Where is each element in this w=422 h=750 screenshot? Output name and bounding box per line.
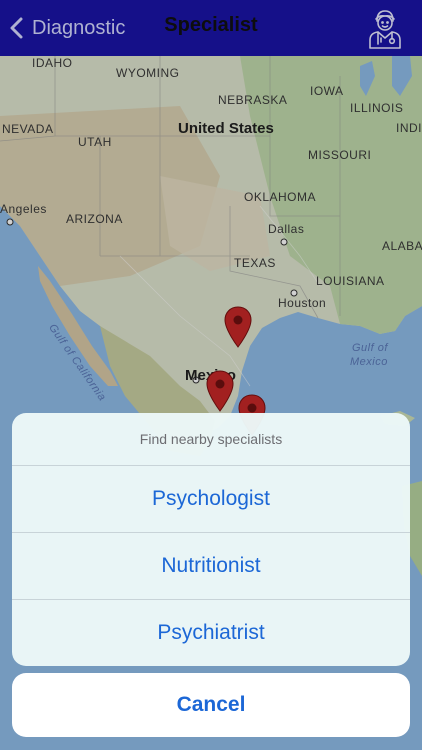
action-sheet-title: Find nearby specialists — [12, 413, 410, 466]
cancel-button[interactable]: Cancel — [12, 673, 410, 737]
psychiatrist-option[interactable]: Psychiatrist — [12, 600, 410, 666]
action-sheet: Find nearby specialists Psychologist Nut… — [12, 413, 410, 666]
nutritionist-option[interactable]: Nutritionist — [12, 533, 410, 600]
psychologist-option[interactable]: Psychologist — [12, 466, 410, 533]
